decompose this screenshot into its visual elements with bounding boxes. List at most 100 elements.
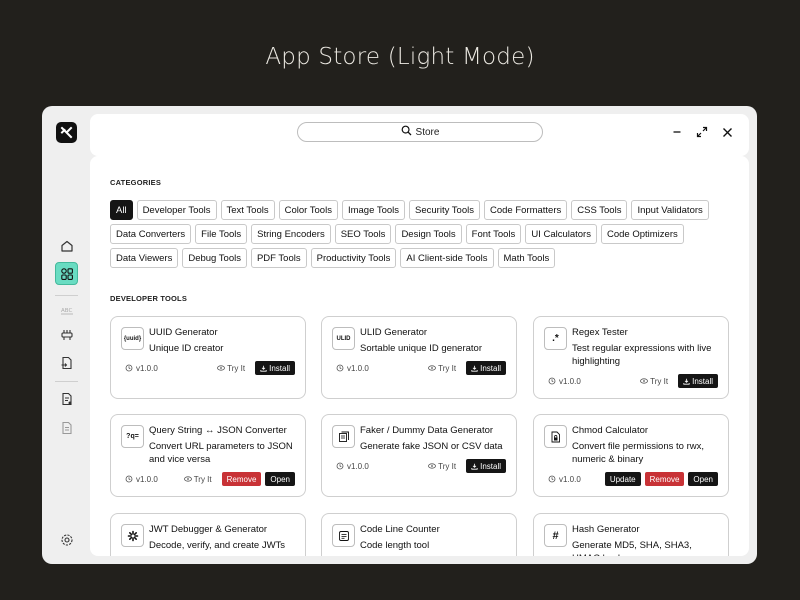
update-button[interactable]: Update — [604, 472, 641, 486]
try-it-button[interactable]: Try It — [428, 364, 456, 373]
category-chip[interactable]: CSS Tools — [571, 200, 628, 220]
try-it-button[interactable]: Try It — [640, 377, 668, 386]
eye-icon — [428, 365, 437, 371]
chip-row: Data Converters File Tools String Encode… — [110, 224, 730, 244]
tool-card-code-line-counter[interactable]: Code Line Counter Code length tool — [321, 513, 517, 556]
doc-stack-icon — [332, 425, 355, 448]
category-chip[interactable]: Developer Tools — [136, 200, 217, 220]
category-chip[interactable]: Math Tools — [497, 248, 556, 268]
category-chip[interactable]: Data Converters — [110, 224, 192, 244]
version-label: v1.0.0 — [336, 364, 369, 373]
card-actions: Update Remove Open — [604, 472, 718, 486]
page-heading: App Store (Light Mode) — [265, 44, 535, 70]
category-chip[interactable]: Design Tools — [395, 224, 462, 244]
sidebar-divider — [55, 381, 78, 382]
store-search-input[interactable]: Store — [297, 122, 543, 142]
maximize-button[interactable] — [693, 123, 711, 141]
category-chip[interactable]: Data Viewers — [110, 248, 179, 268]
home-icon[interactable] — [55, 234, 78, 257]
chip-row: All Developer Tools Text Tools Color Too… — [110, 200, 730, 220]
download-icon — [683, 378, 690, 385]
category-chip[interactable]: Input Validators — [631, 200, 709, 220]
remove-button[interactable]: Remove — [221, 472, 262, 486]
category-chip[interactable]: AI Client-side Tools — [400, 248, 494, 268]
eye-icon — [183, 476, 192, 482]
open-button[interactable]: Open — [688, 472, 718, 486]
tool-description: Convert file permissions to rwx, numeric… — [572, 441, 704, 465]
minimize-button[interactable] — [668, 123, 686, 141]
tool-card-ulid-generator[interactable]: ULID ULID Generator Sortable unique ID g… — [321, 316, 517, 399]
eye-icon — [428, 463, 437, 469]
category-chip[interactable]: Text Tools — [220, 200, 275, 220]
tool-description: Convert URL parameters to JSON and vice … — [149, 441, 293, 465]
category-chip[interactable]: String Encoders — [251, 224, 331, 244]
sidebar: ABC — [42, 106, 90, 564]
tool-name: Faker / Dummy Data Generator — [360, 425, 494, 436]
try-it-button[interactable]: Try It — [428, 462, 456, 471]
open-button[interactable]: Open — [265, 472, 295, 486]
search-label: Store — [415, 126, 440, 138]
apps-grid-icon[interactable] — [55, 262, 78, 285]
card-footer: v1.0.0 Try It Install — [548, 374, 718, 388]
install-button[interactable]: Install — [255, 361, 295, 375]
top-bar: Store — [90, 114, 749, 156]
install-button[interactable]: Install — [466, 459, 506, 473]
svg-text:ABC: ABC — [61, 308, 72, 314]
category-chip[interactable]: UI Calculators — [525, 224, 597, 244]
category-chip[interactable]: Debug Tools — [182, 248, 247, 268]
card-footer: v1.0.0 Try It Install — [336, 459, 506, 473]
tool-card-faker-generator[interactable]: Faker / Dummy Data Generator Generate fa… — [321, 414, 517, 497]
category-chip[interactable]: Code Optimizers — [600, 224, 684, 244]
category-chip[interactable]: Font Tools — [465, 224, 522, 244]
tool-card-chmod-calculator[interactable]: Chmod Calculator Convert file permission… — [533, 414, 729, 497]
try-it-button[interactable]: Try It — [183, 475, 212, 484]
category-chip[interactable]: PDF Tools — [250, 248, 307, 268]
settings-gear-icon[interactable] — [55, 528, 78, 551]
eye-icon — [640, 378, 649, 384]
remove-button[interactable]: Remove — [644, 472, 685, 486]
tool-card-jwt-debugger[interactable]: JWT Debugger & Generator Decode, verify,… — [110, 513, 306, 556]
tool-name: Code Line Counter — [360, 524, 440, 535]
tool-name: Chmod Calculator — [572, 425, 649, 436]
tool-description: Sortable unique ID generator — [360, 343, 482, 354]
card-footer: v1.0.0 Update Remove Open — [548, 472, 718, 486]
close-button[interactable] — [718, 123, 736, 141]
hash-icon: # — [544, 524, 567, 547]
try-it-button[interactable]: Try It — [217, 364, 245, 373]
file-export-icon[interactable] — [55, 351, 78, 374]
history-icon — [336, 364, 344, 372]
category-chip[interactable]: File Tools — [195, 224, 248, 244]
file-text-icon[interactable] — [55, 416, 78, 439]
tool-description: Decode, verify, and create JWTs — [149, 540, 286, 551]
file-lock-icon — [544, 425, 567, 448]
card-actions: Try It Install — [428, 459, 506, 473]
install-button[interactable]: Install — [466, 361, 506, 375]
card-actions: Try It Install — [428, 361, 506, 375]
tool-card-regex-tester[interactable]: .* Regex Tester Test regular expressions… — [533, 316, 729, 399]
tool-description: Unique ID creator — [149, 343, 224, 354]
category-chip[interactable]: Color Tools — [278, 200, 338, 220]
app-window: ABC Store CATEGORIES All Developer Tools… — [42, 106, 757, 564]
download-icon — [260, 365, 267, 372]
tool-description: Test regular expressions with live highl… — [572, 343, 712, 367]
text-abc-icon[interactable]: ABC — [55, 298, 78, 321]
category-chip[interactable]: Productivity Tools — [310, 248, 397, 268]
category-chip[interactable]: Code Formatters — [483, 200, 568, 220]
ulid-icon: ULID — [332, 327, 355, 350]
card-actions: Try It Remove Open — [183, 472, 295, 486]
network-icon[interactable] — [55, 323, 78, 346]
install-button[interactable]: Install — [678, 374, 718, 388]
tool-card-query-string-json-converter[interactable]: ?q= Query String ↔ JSON Converter Conver… — [110, 414, 306, 497]
category-chip[interactable]: SEO Tools — [334, 224, 392, 244]
category-chip[interactable]: All — [110, 200, 133, 220]
tool-card-hash-generator[interactable]: # Hash Generator Generate MD5, SHA, SHA3… — [533, 513, 729, 556]
categories-title: CATEGORIES — [110, 178, 162, 187]
tool-card-uuid-generator[interactable]: {uuid} UUID Generator Unique ID creator … — [110, 316, 306, 399]
file-settings-icon[interactable] — [55, 387, 78, 410]
category-chip[interactable]: Image Tools — [341, 200, 406, 220]
category-chip[interactable]: Security Tools — [409, 200, 480, 220]
app-logo-icon[interactable] — [56, 122, 77, 143]
card-actions: Try It Install — [640, 374, 718, 388]
tool-name: UUID Generator — [149, 327, 218, 338]
regex-icon: .* — [544, 327, 567, 350]
